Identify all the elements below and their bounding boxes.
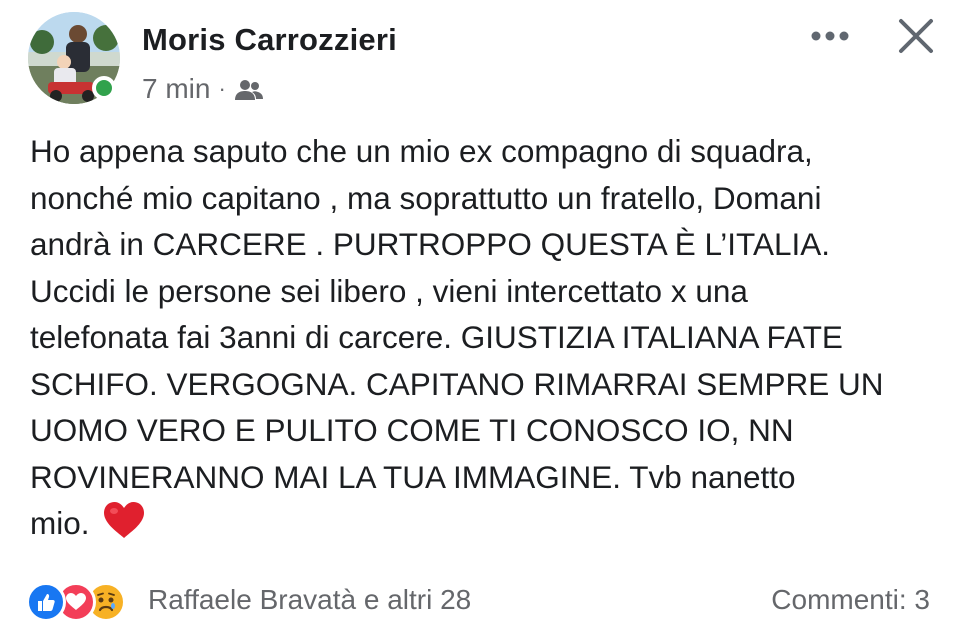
- online-status-dot: [92, 76, 116, 100]
- like-reaction-icon: [26, 582, 66, 622]
- friends-icon[interactable]: [234, 77, 264, 101]
- close-button[interactable]: [890, 12, 942, 60]
- author-name[interactable]: Moris Carrozzieri: [142, 22, 397, 58]
- reaction-icons[interactable]: [26, 582, 144, 622]
- post-time[interactable]: 7 min: [142, 73, 210, 105]
- red-heart-emoji: [102, 500, 146, 540]
- post-footer: Raffaele Bravatà e altri 28 Commenti: 3: [0, 574, 960, 630]
- more-options-button[interactable]: [806, 18, 854, 54]
- post-body: Ho appena saputo che un mio ex compagno …: [30, 128, 945, 547]
- more-options-icon: [811, 31, 849, 41]
- close-icon: [899, 19, 933, 53]
- post-text: Ho appena saputo che un mio ex compagno …: [30, 133, 884, 541]
- reactors-link[interactable]: Raffaele Bravatà e altri 28: [148, 584, 471, 616]
- meta-separator: ·: [218, 76, 226, 101]
- comments-count-link[interactable]: Commenti: 3: [771, 584, 930, 616]
- post-meta: 7 min ·: [142, 72, 264, 106]
- post-header: Moris Carrozzieri 7 min ·: [0, 0, 960, 120]
